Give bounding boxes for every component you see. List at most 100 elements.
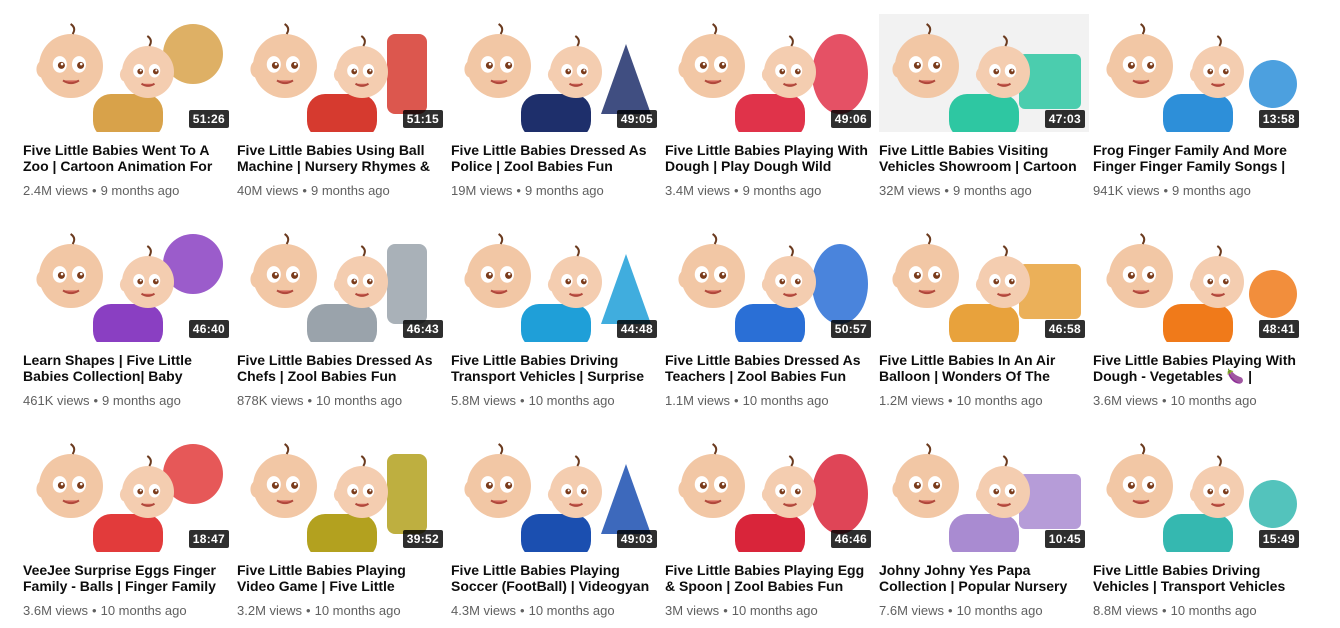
video-meta: 40M views • 9 months ago	[237, 183, 447, 199]
video-thumbnail[interactable]: 13:58	[1093, 14, 1303, 132]
separator-dot: •	[302, 183, 307, 198]
video-card[interactable]: 49:06 Five Little Babies Playing With Do…	[665, 14, 875, 199]
video-meta: 3M views • 10 months ago	[665, 603, 875, 619]
duration-badge: 49:06	[830, 110, 871, 128]
view-count: 3.2M views	[237, 603, 303, 618]
video-title[interactable]: Five Little Babies Dressed As Chefs | Zo…	[237, 352, 447, 384]
video-card[interactable]: 46:43 Five Little Babies Dressed As Chef…	[237, 224, 447, 409]
video-title[interactable]: Five Little Babies Driving Transport Veh…	[451, 352, 661, 384]
view-count: 4.3M views	[451, 603, 517, 618]
video-card[interactable]: 44:48 Five Little Babies Driving Transpo…	[451, 224, 661, 409]
separator-dot: •	[306, 603, 311, 618]
video-card[interactable]: 46:58 Five Little Babies In An Air Ballo…	[879, 224, 1089, 409]
duration-badge: 47:03	[1044, 110, 1085, 128]
video-thumbnail[interactable]: 39:52	[237, 434, 447, 552]
video-thumbnail[interactable]: 46:40	[23, 224, 233, 342]
video-title[interactable]: Johny Johny Yes Papa Collection | Popula…	[879, 562, 1089, 594]
video-meta: 2.4M views • 9 months ago	[23, 183, 233, 199]
view-count: 32M views	[879, 183, 941, 198]
video-card[interactable]: 48:41 Five Little Babies Playing With Do…	[1093, 224, 1303, 409]
video-meta: 3.4M views • 9 months ago	[665, 183, 875, 199]
video-card[interactable]: 49:03 Five Little Babies Playing Soccer …	[451, 434, 661, 619]
video-thumbnail[interactable]: 44:48	[451, 224, 661, 342]
upload-age: 10 months ago	[731, 603, 818, 618]
video-thumbnail[interactable]: 49:03	[451, 434, 661, 552]
separator-dot: •	[723, 603, 728, 618]
video-thumbnail[interactable]: 51:15	[237, 14, 447, 132]
video-card[interactable]: 46:46 Five Little Babies Playing Egg & S…	[665, 434, 875, 619]
separator-dot: •	[307, 393, 313, 408]
separator-dot: •	[1163, 183, 1169, 198]
duration-badge: 46:40	[188, 320, 229, 338]
video-title[interactable]: Frog Finger Family And More Finger Finge…	[1093, 142, 1303, 174]
video-title[interactable]: Five Little Babies Using Ball Machine | …	[237, 142, 447, 174]
upload-age: 9 months ago	[310, 183, 390, 198]
upload-age: 9 months ago	[1172, 183, 1251, 198]
separator-dot: •	[948, 393, 953, 408]
view-count: 3M views	[665, 603, 720, 618]
video-title[interactable]: Five Little Babies Dressed As Police | Z…	[451, 142, 661, 174]
video-title[interactable]: Five Little Babies Visiting Vehicles Sho…	[879, 142, 1089, 174]
video-meta: 32M views • 9 months ago	[879, 183, 1089, 199]
upload-age: 9 months ago	[102, 393, 181, 408]
video-card[interactable]: 50:57 Five Little Babies Dressed As Teac…	[665, 224, 875, 409]
video-title[interactable]: Five Little Babies Playing With Dough | …	[665, 142, 875, 174]
video-card[interactable]: 18:47 VeeJee Surprise Eggs Finger Family…	[23, 434, 233, 619]
view-count: 3.4M views	[665, 183, 731, 198]
video-card[interactable]: 39:52 Five Little Babies Playing Video G…	[237, 434, 447, 619]
video-title[interactable]: Five Little Babies Playing Soccer (FootB…	[451, 562, 661, 594]
video-card[interactable]: 49:05 Five Little Babies Dressed As Poli…	[451, 14, 661, 199]
video-thumbnail[interactable]: 49:06	[665, 14, 875, 132]
video-title[interactable]: Five Little Babies Went To A Zoo | Carto…	[23, 142, 233, 174]
video-thumbnail[interactable]: 15:49	[1093, 434, 1303, 552]
video-title[interactable]: Learn Shapes | Five Little Babies Collec…	[23, 352, 233, 384]
video-thumbnail[interactable]: 49:05	[451, 14, 661, 132]
separator-dot: •	[948, 603, 953, 618]
video-card[interactable]: 10:45 Johny Johny Yes Papa Collection | …	[879, 434, 1089, 619]
video-thumbnail[interactable]: 50:57	[665, 224, 875, 342]
video-title[interactable]: Five Little Babies Dressed As Teachers |…	[665, 352, 875, 384]
upload-age: 10 months ago	[1170, 603, 1257, 618]
view-count: 8.8M views	[1093, 603, 1159, 618]
video-title[interactable]: Five Little Babies In An Air Balloon | W…	[879, 352, 1089, 384]
view-count: 40M views	[237, 183, 299, 198]
video-title[interactable]: Five Little Babies Driving Vehicles | Tr…	[1093, 562, 1303, 594]
view-count: 1.2M views	[879, 393, 945, 408]
video-thumbnail[interactable]: 18:47	[23, 434, 233, 552]
video-card[interactable]: 51:15 Five Little Babies Using Ball Mach…	[237, 14, 447, 199]
video-meta: 1.1M views • 10 months ago	[665, 393, 875, 409]
view-count: 461K views	[23, 393, 90, 408]
video-thumbnail[interactable]: 48:41	[1093, 224, 1303, 342]
video-meta: 8.8M views • 10 months ago	[1093, 603, 1303, 619]
upload-age: 10 months ago	[956, 603, 1043, 618]
upload-age: 10 months ago	[528, 393, 615, 408]
video-meta: 1.2M views • 10 months ago	[879, 393, 1089, 409]
view-count: 1.1M views	[665, 393, 731, 408]
upload-age: 10 months ago	[314, 603, 401, 618]
video-card[interactable]: 51:26 Five Little Babies Went To A Zoo |…	[23, 14, 233, 199]
upload-age: 10 months ago	[528, 603, 615, 618]
video-card[interactable]: 46:40 Learn Shapes | Five Little Babies …	[23, 224, 233, 409]
video-thumbnail[interactable]: 46:46	[665, 434, 875, 552]
video-title[interactable]: Five Little Babies Playing Video Game | …	[237, 562, 447, 594]
duration-badge: 48:41	[1258, 320, 1299, 338]
upload-age: 10 months ago	[742, 393, 829, 408]
video-thumbnail[interactable]: 46:43	[237, 224, 447, 342]
video-card[interactable]: 47:03 Five Little Babies Visiting Vehicl…	[879, 14, 1089, 199]
video-title[interactable]: Five Little Babies Playing Egg & Spoon |…	[665, 562, 875, 594]
video-title[interactable]: Five Little Babies Playing With Dough - …	[1093, 352, 1303, 384]
video-thumbnail[interactable]: 47:03	[879, 14, 1089, 132]
duration-badge: 51:15	[402, 110, 443, 128]
video-thumbnail[interactable]: 46:58	[879, 224, 1089, 342]
video-card[interactable]: 13:58 Frog Finger Family And More Finger…	[1093, 14, 1303, 199]
video-thumbnail[interactable]: 51:26	[23, 14, 233, 132]
video-thumbnail[interactable]: 10:45	[879, 434, 1089, 552]
separator-dot: •	[92, 183, 97, 198]
duration-badge: 10:45	[1044, 530, 1085, 548]
upload-age: 9 months ago	[524, 183, 604, 198]
upload-age: 9 months ago	[742, 183, 822, 198]
video-meta: 7.6M views • 10 months ago	[879, 603, 1089, 619]
video-title[interactable]: VeeJee Surprise Eggs Finger Family - Bal…	[23, 562, 233, 594]
view-count: 3.6M views	[1093, 393, 1159, 408]
video-card[interactable]: 15:49 Five Little Babies Driving Vehicle…	[1093, 434, 1303, 619]
